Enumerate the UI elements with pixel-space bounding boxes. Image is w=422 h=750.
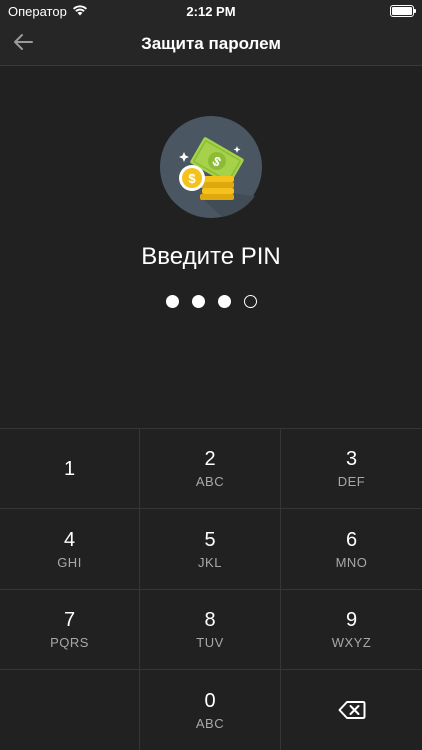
- pin-dot-filled: [165, 295, 179, 308]
- key-letters: GHI: [57, 554, 82, 570]
- pin-dot-filled: [191, 295, 205, 308]
- key-letters: PQRS: [50, 635, 89, 650]
- key-digit: 1: [63, 457, 76, 480]
- page-title: Защита паролем: [141, 34, 281, 53]
- status-bar: Оператор 2:12 PM: [0, 0, 422, 22]
- key-6[interactable]: 6 MNO: [281, 509, 422, 590]
- key-8[interactable]: 8 TUV: [140, 590, 281, 670]
- money-coins-icon: $ $: [160, 116, 262, 218]
- status-time: 2:12 PM: [186, 4, 236, 19]
- key-letters: TUV: [196, 635, 224, 650]
- pin-prompt: Введите PIN: [141, 243, 281, 270]
- backspace-icon: [338, 700, 366, 720]
- key-digit: 2: [204, 448, 216, 470]
- pin-dot-filled: [217, 295, 231, 308]
- delete-button[interactable]: [281, 670, 422, 750]
- key-digit: 8: [204, 609, 216, 631]
- pin-dot-empty: [243, 295, 257, 308]
- pin-indicator: [0, 295, 422, 308]
- key-3[interactable]: 3 DEF: [281, 429, 422, 509]
- key-digit: 4: [63, 528, 76, 551]
- key-digit: 5: [204, 528, 216, 551]
- key-7[interactable]: 7 PQRS: [0, 590, 140, 670]
- key-digit: 3: [345, 448, 358, 470]
- key-1[interactable]: 1: [0, 429, 140, 509]
- key-letters: ABC: [195, 715, 225, 731]
- battery-icon: [390, 5, 416, 17]
- key-5[interactable]: 5 JKL: [140, 509, 281, 590]
- key-9[interactable]: 9 WXYZ: [281, 590, 422, 670]
- key-digit: 7: [63, 609, 76, 631]
- navigation-bar: Защита паролем: [0, 22, 422, 66]
- key-empty: [0, 670, 140, 750]
- key-letters: JKL: [198, 554, 222, 570]
- svg-text:$: $: [188, 171, 196, 186]
- numeric-keypad: 1 2 ABC 3 DEF 4 GHI 5 JKL 6 MNO 7 PQRS 8…: [0, 428, 422, 750]
- key-letters: MNO: [335, 554, 368, 570]
- key-letters: ABC: [195, 474, 225, 489]
- key-2[interactable]: 2 ABC: [140, 429, 281, 509]
- key-digit: 0: [204, 689, 216, 712]
- key-letters: WXYZ: [331, 635, 372, 650]
- key-digit: 9: [345, 609, 358, 631]
- key-digit: 6: [345, 528, 358, 551]
- key-0[interactable]: 0 ABC: [140, 670, 281, 750]
- key-letters: DEF: [337, 474, 366, 489]
- key-4[interactable]: 4 GHI: [0, 509, 140, 590]
